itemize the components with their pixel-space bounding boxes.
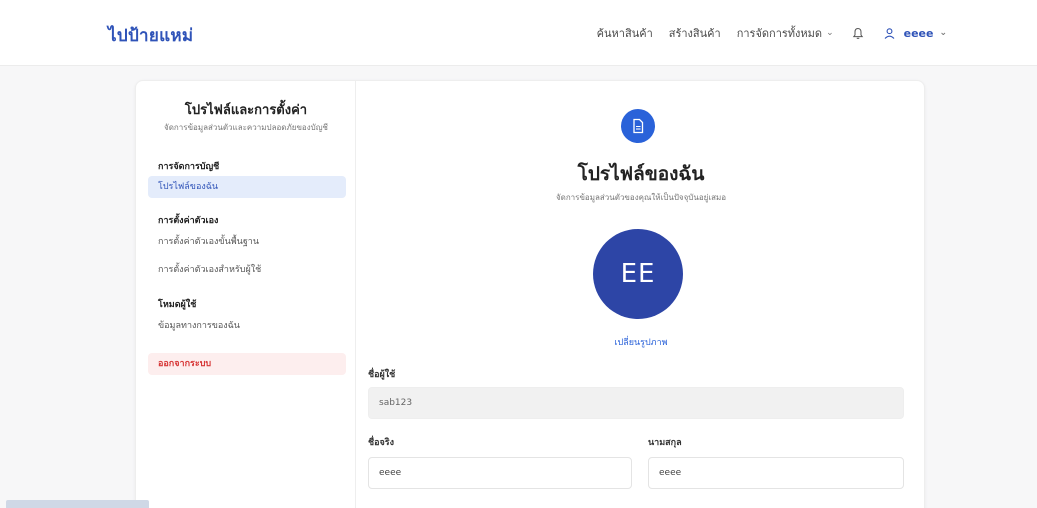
profile-main: โปรไฟล์ของฉัน จัดการข้อมูลส่วนตัวของคุณใ… bbox=[356, 81, 924, 508]
sidebar-group-account: การจัดการบัญชี bbox=[158, 162, 220, 172]
brand-logo[interactable]: ไปป้ายแหม่ bbox=[108, 22, 193, 49]
change-photo-link[interactable]: เปลี่ยนรูปภาพ bbox=[356, 335, 924, 349]
document-icon bbox=[621, 109, 655, 143]
nav-create-product[interactable]: สร้างสินค้า bbox=[669, 24, 721, 42]
sidebar-title: โปรไฟล์และการตั้งค่า bbox=[184, 103, 308, 118]
username-field[interactable] bbox=[368, 387, 904, 419]
chevron-down-icon: ⌄ bbox=[826, 28, 834, 38]
sidebar-group-user-mode: โหมดผู้ใช้ bbox=[158, 300, 197, 310]
sidebar-subtitle: จัดการข้อมูลส่วนตัวและความปลอดภัยของบัญช… bbox=[164, 123, 328, 132]
settings-sidebar: โปรไฟล์และการตั้งค่า จัดการข้อมูลส่วนตัว… bbox=[136, 81, 356, 508]
sidebar-item-user-preferences[interactable]: การตั้งค่าตัวเองสำหรับผู้ใช้ bbox=[148, 259, 346, 281]
page-title: โปรไฟล์ของฉัน bbox=[577, 163, 705, 185]
nav-manage-all[interactable]: การจัดการทั้งหมด ⌄ bbox=[737, 24, 834, 42]
top-header: ไปป้ายแหม่ ค้นหาสินค้า สร้างสินค้า การจั… bbox=[0, 0, 1037, 66]
notification-bell-icon[interactable] bbox=[850, 25, 866, 41]
sidebar-group-preferences: การตั้งค่าตัวเอง bbox=[158, 216, 219, 226]
sidebar-item-basic-preferences[interactable]: การตั้งค่าตัวเองขั้นพื้นฐาน bbox=[148, 231, 346, 253]
user-icon bbox=[882, 25, 898, 41]
user-menu[interactable]: eeee ⌄ bbox=[882, 25, 947, 41]
top-nav: ค้นหาสินค้า สร้างสินค้า การจัดการทั้งหมด… bbox=[597, 24, 947, 42]
page-subtitle: จัดการข้อมูลส่วนตัวของคุณให้เป็นปัจจุบัน… bbox=[555, 193, 727, 202]
user-name: eeee bbox=[903, 26, 934, 40]
logout-button[interactable]: ออกจากระบบ bbox=[148, 353, 346, 375]
avatar: EE bbox=[593, 229, 683, 319]
browser-status-bar bbox=[6, 500, 149, 508]
nav-manage-all-label: การจัดการทั้งหมด bbox=[736, 27, 823, 40]
nav-search-products[interactable]: ค้นหาสินค้า bbox=[597, 24, 653, 42]
last-name-field[interactable] bbox=[648, 457, 904, 489]
profile-card: โปรไฟล์และการตั้งค่า จัดการข้อมูลส่วนตัว… bbox=[135, 80, 925, 508]
sidebar-item-my-profile[interactable]: โปรไฟล์ของฉัน bbox=[148, 176, 346, 198]
sidebar-item-official-info[interactable]: ข้อมูลทางการของฉัน bbox=[148, 315, 346, 337]
chevron-down-icon: ⌄ bbox=[939, 28, 947, 38]
last-name-label: นามสกุล bbox=[648, 438, 682, 448]
first-name-label: ชื่อจริง bbox=[368, 438, 395, 448]
first-name-field[interactable] bbox=[368, 457, 632, 489]
username-label: ชื่อผู้ใช้ bbox=[368, 370, 396, 380]
